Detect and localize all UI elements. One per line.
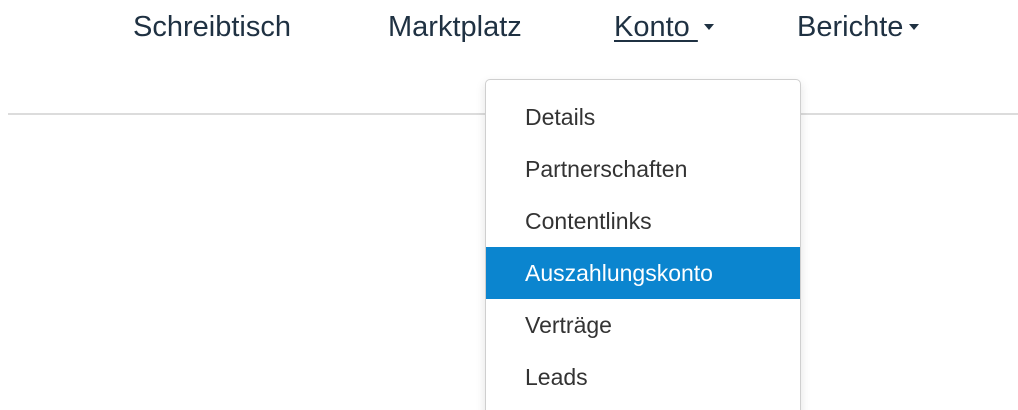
- nav-item-konto[interactable]: Konto: [614, 9, 714, 45]
- menu-item-vertraege[interactable]: Verträge: [486, 299, 800, 351]
- caret-down-icon: [909, 23, 920, 30]
- nav-item-marktplatz[interactable]: Marktplatz: [388, 9, 522, 45]
- menu-item-details[interactable]: Details: [486, 91, 800, 143]
- menu-item-leads[interactable]: Leads: [486, 351, 800, 403]
- menu-item-partnerschaften[interactable]: Partnerschaften: [486, 143, 800, 195]
- nav-item-label: Berichte: [797, 11, 904, 43]
- nav-item-label: Marktplatz: [388, 11, 522, 43]
- nav-item-berichte[interactable]: Berichte: [797, 9, 920, 45]
- nav-item-schreibtisch[interactable]: Schreibtisch: [133, 9, 291, 45]
- menu-item-contentlinks[interactable]: Contentlinks: [486, 195, 800, 247]
- page: Schreibtisch Marktplatz Konto Berichte D…: [0, 0, 1018, 410]
- menu-item-auszahlungskonto[interactable]: Auszahlungskonto: [486, 247, 800, 299]
- nav-item-label: Konto: [614, 11, 698, 43]
- top-nav: Schreibtisch Marktplatz Konto Berichte: [0, 0, 1018, 60]
- konto-dropdown-menu: Details Partnerschaften Contentlinks Aus…: [485, 79, 801, 410]
- caret-down-icon: [703, 23, 714, 30]
- nav-item-label: Schreibtisch: [133, 11, 291, 43]
